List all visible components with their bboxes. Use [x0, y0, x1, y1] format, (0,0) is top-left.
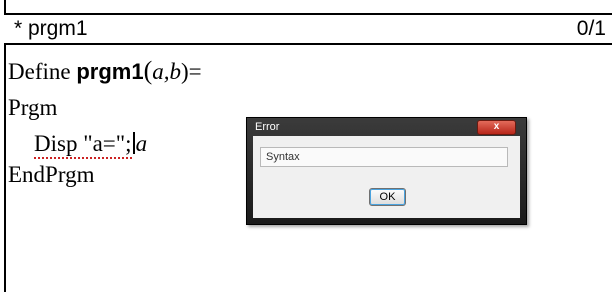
ok-button[interactable]: OK — [369, 188, 406, 206]
program-params: a,b — [152, 59, 181, 84]
text-cursor — [132, 132, 135, 154]
code-line-define[interactable]: Define prgm1(a,b)= — [8, 56, 202, 86]
disp-statement: Disp "a="; — [34, 131, 132, 156]
define-keyword: Define — [8, 59, 71, 84]
code-line-disp[interactable]: Disp "a="; a — [34, 131, 148, 159]
disp-variable: a — [135, 131, 148, 156]
syntax-error-underline: Disp "a="; — [34, 131, 132, 159]
error-message: Syntax — [260, 147, 508, 167]
open-paren: ( — [143, 56, 153, 85]
editor-header: * prgm1 0/1 — [4, 13, 612, 45]
code-line-endprgm[interactable]: EndPrgm — [8, 162, 94, 188]
close-paren-equals: )= — [181, 59, 202, 84]
program-name: prgm1 — [76, 59, 144, 84]
prgm-keyword: Prgm — [8, 95, 58, 120]
code-line-prgm[interactable]: Prgm — [8, 95, 57, 121]
dialog-body: Syntax OK — [253, 136, 520, 218]
line-counter: 0/1 — [576, 17, 606, 40]
close-icon[interactable]: x — [477, 120, 516, 135]
program-title: * prgm1 — [14, 17, 88, 40]
dialog-title: Error — [255, 121, 280, 133]
ti-nspire-program-editor: * prgm1 0/1 Define prgm1(a,b)= Prgm Disp… — [0, 0, 612, 292]
error-dialog: Error x Syntax OK — [246, 117, 527, 225]
endprgm-keyword: EndPrgm — [8, 162, 95, 187]
